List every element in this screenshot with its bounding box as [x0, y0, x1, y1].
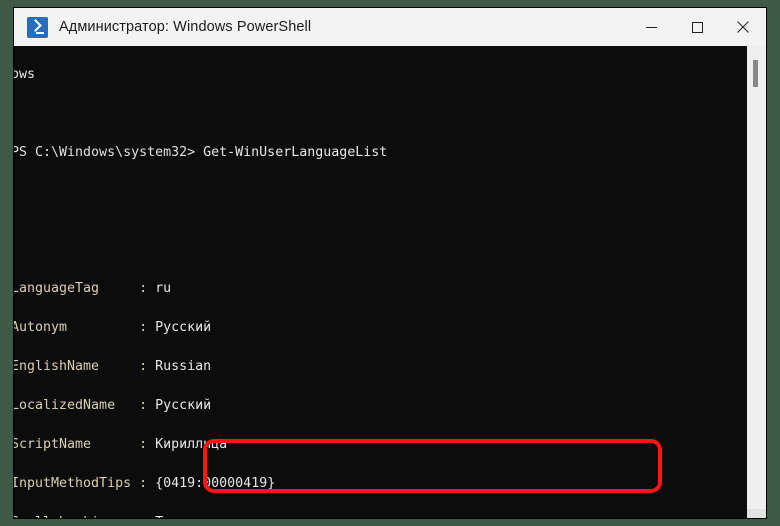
value-localizedname: Русский [155, 398, 212, 414]
prop-label-inputmethodtips: InputMethodTips [14, 475, 132, 491]
value-languagetag: ru [155, 281, 172, 297]
close-icon [737, 21, 749, 33]
table-row: LocalizedName : Русский [14, 396, 751, 415]
value-scriptname: Кириллица [155, 436, 228, 452]
powershell-window: Администратор: Windows PowerShell ows PS… [14, 8, 766, 518]
powershell-chevron-glyph [29, 18, 42, 32]
window-title: Администратор: Windows PowerShell [59, 19, 312, 35]
table-row: Spellchecking : True [14, 513, 751, 518]
scrollbar-bottom-cap [747, 509, 766, 518]
prop-label-autonym: Autonym [14, 320, 68, 336]
prop-label-englishname: EnglishName [14, 359, 100, 375]
minimize-button[interactable] [628, 8, 674, 46]
value-spellchecking: True [155, 515, 187, 518]
prop-label-spellchecking: Spellchecking [14, 515, 115, 518]
scrollbar-thumb[interactable] [753, 60, 758, 87]
console-output-area[interactable]: ows PS C:\Windows\system32> Get-WinUserL… [14, 46, 766, 518]
entered-command: Get-WinUserLanguageList [203, 145, 388, 161]
prompt-text: PS C:\Windows\system32> [14, 145, 196, 161]
table-row: ScriptName : Кириллица [14, 435, 751, 454]
prop-label-languagetag: LanguageTag [14, 281, 100, 297]
table-row: Autonym : Русский [14, 318, 751, 337]
table-row: LanguageTag : ru [14, 279, 751, 298]
close-button[interactable] [720, 8, 766, 46]
vertical-scrollbar[interactable] [747, 46, 766, 518]
console-text: ows PS C:\Windows\system32> Get-WinUserL… [14, 46, 751, 518]
maximize-icon [691, 21, 703, 33]
value-inputmethodtips: {0419:00000419} [155, 475, 276, 491]
powershell-icon [27, 16, 48, 38]
prop-label-localizedname: LocalizedName [14, 398, 116, 414]
value-englishname: Russian [155, 359, 212, 375]
scrollback-fragment-line: ows [14, 65, 751, 84]
value-autonym: Русский [155, 320, 212, 336]
title-bar[interactable]: Администратор: Windows PowerShell [14, 8, 766, 46]
powershell-underscore-glyph [36, 31, 44, 34]
table-row: InputMethodTips : {0419:00000419} [14, 474, 751, 493]
minimize-icon [645, 26, 657, 28]
prop-label-scriptname: ScriptName [14, 436, 92, 452]
table-row: EnglishName : Russian [14, 357, 751, 376]
scrollback-fragment: ows [14, 67, 36, 83]
maximize-button[interactable] [674, 8, 720, 46]
command-echo-line: PS C:\Windows\system32> Get-WinUserLangu… [14, 143, 751, 162]
